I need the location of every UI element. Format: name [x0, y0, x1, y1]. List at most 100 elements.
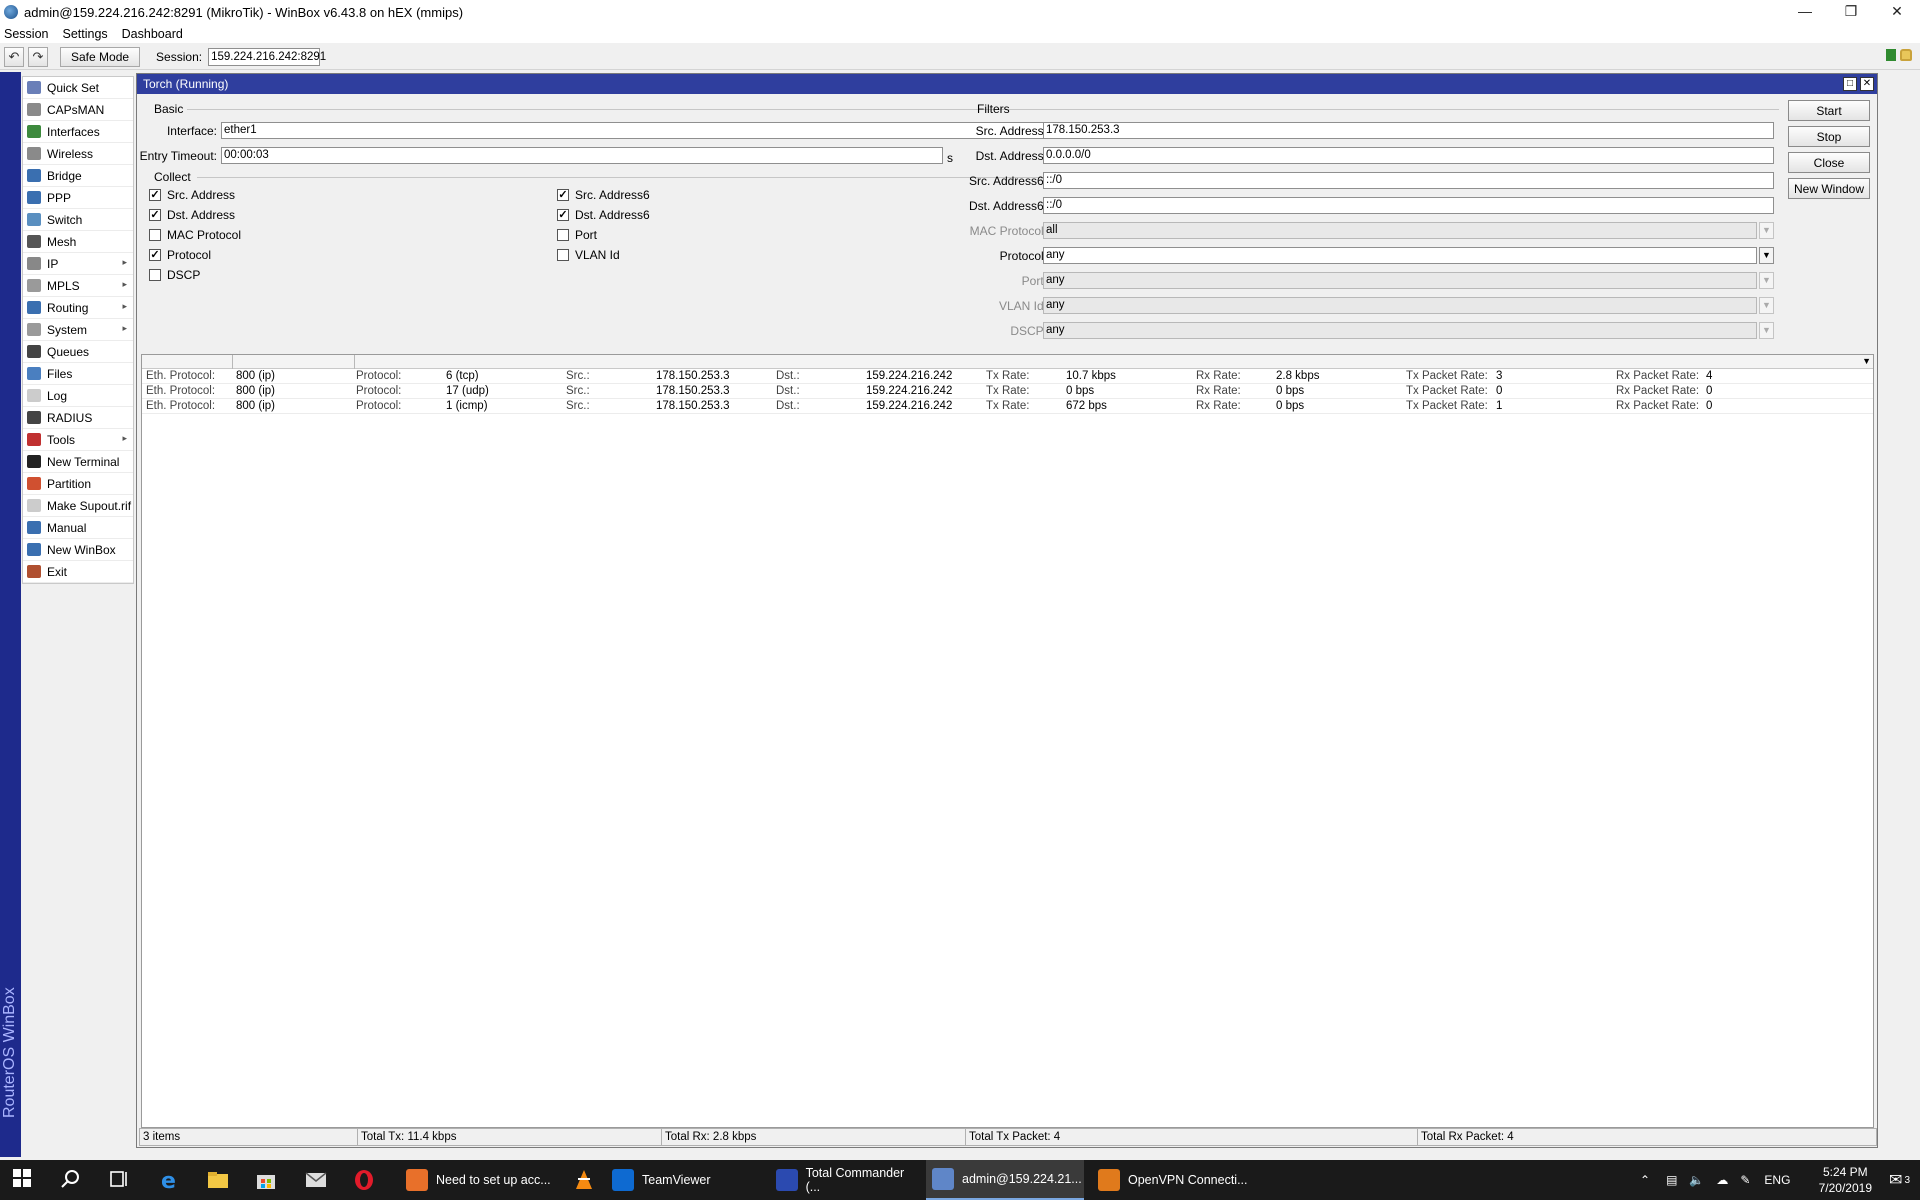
opera-icon[interactable] [352, 1168, 376, 1192]
sidebar-item-bridge[interactable]: Bridge [23, 165, 133, 187]
file-explorer-icon[interactable] [206, 1168, 230, 1192]
table-row[interactable]: Eth. Protocol: 800 (ip) Protocol: 6 (tcp) Sr… [142, 369, 1873, 384]
collect-dst-address6-checkbox[interactable]: ✓ Dst. Address6 [557, 208, 650, 222]
windows-start-icon[interactable] [12, 1168, 36, 1192]
maximize-torch-button[interactable]: □ [1843, 77, 1857, 91]
taskbar-app[interactable]: TeamViewer [606, 1160, 756, 1200]
sidebar-item-queues[interactable]: Queues [23, 341, 133, 363]
task-view-icon[interactable] [108, 1168, 132, 1192]
menu-dashboard[interactable]: Dashboard [122, 27, 183, 41]
pen-icon[interactable]: ✎ [1740, 1173, 1750, 1187]
sidebar-item-mesh[interactable]: Mesh [23, 231, 133, 253]
table-rows: Eth. Protocol: 800 (ip) Protocol: 6 (tcp) Sr… [142, 369, 1873, 414]
dropdown-arrow-icon[interactable]: ▼ [1759, 247, 1774, 264]
collect-src-address-checkbox[interactable]: ✓ Src. Address [149, 188, 235, 202]
new-window-button[interactable]: New Window [1788, 178, 1870, 199]
safe-mode-button[interactable]: Safe Mode [60, 46, 141, 67]
network-icon[interactable]: ▤ [1666, 1173, 1677, 1187]
sidebar-item-partition[interactable]: Partition [23, 473, 133, 495]
sidebar-item-new-terminal[interactable]: New Terminal [23, 451, 133, 473]
table-row[interactable]: Eth. Protocol: 800 (ip) Protocol: 17 (udp) S… [142, 384, 1873, 399]
status-total-rx-packet: Total Rx Packet: 4 [1417, 1128, 1877, 1146]
exit-icon [27, 565, 41, 578]
close-window-button[interactable]: ✕ [1874, 0, 1920, 22]
filter-port-field: any [1043, 272, 1757, 289]
close-button[interactable]: Close [1788, 152, 1870, 173]
taskbar-app[interactable]: Need to set up acc... [400, 1160, 560, 1200]
entry-timeout-field[interactable]: 00:00:03 [221, 147, 943, 164]
collect-protocol-checkbox[interactable]: ✓ Protocol [149, 248, 211, 262]
sidebar-item-wireless[interactable]: Wireless [23, 143, 133, 165]
menu-settings[interactable]: Settings [62, 27, 107, 41]
action-center-icon[interactable]: ✉ 3 [1889, 1160, 1910, 1200]
close-torch-button[interactable]: ✕ [1860, 77, 1874, 91]
clock[interactable]: 5:24 PM 7/20/2019 [1819, 1164, 1872, 1196]
collect-mac-protocol-checkbox[interactable]: MAC Protocol [149, 228, 241, 242]
row-key-src: Src.: [566, 370, 590, 382]
volume-icon[interactable]: 🔈 [1689, 1173, 1704, 1187]
mail-icon[interactable] [304, 1168, 328, 1192]
collect-port-checkbox[interactable]: Port [557, 228, 597, 242]
sidebar-item-manual[interactable]: Manual [23, 517, 133, 539]
sidebar-item-tools[interactable]: Tools ▸ [23, 429, 133, 451]
interface-select[interactable]: ether1 [221, 122, 1072, 139]
row-value-eth: 800 (ip) [236, 385, 275, 397]
sidebar-item-interfaces[interactable]: Interfaces [23, 121, 133, 143]
sidebar-item-log[interactable]: Log [23, 385, 133, 407]
stop-button[interactable]: Stop [1788, 126, 1870, 147]
tray-expand-icon[interactable]: ⌃ [1640, 1173, 1650, 1187]
sidebar-item-make-supout-rif[interactable]: Make Supout.rif [23, 495, 133, 517]
filter-protocol-field[interactable]: any [1043, 247, 1757, 264]
collect-vlan-id-checkbox[interactable]: VLAN Id [557, 248, 620, 262]
checkbox-label: Dst. Address6 [575, 208, 650, 222]
menu-session[interactable]: Session [4, 27, 48, 41]
checkbox-label: MAC Protocol [167, 228, 242, 242]
collect-dscp-checkbox[interactable]: DSCP [149, 268, 200, 282]
taskbar-app[interactable]: Total Commander (... [770, 1160, 920, 1200]
start-button[interactable]: Start [1788, 100, 1870, 121]
sidebar-item-new-winbox[interactable]: New WinBox [23, 539, 133, 561]
search-icon[interactable] [60, 1168, 84, 1192]
sidebar-item-system[interactable]: System ▸ [23, 319, 133, 341]
ip-icon [27, 257, 41, 270]
store-icon[interactable] [254, 1168, 278, 1192]
sidebar-item-ppp[interactable]: PPP [23, 187, 133, 209]
system-tray: ⌃ ▤ 🔈 ☁ ✎ ENG [1640, 1160, 1790, 1200]
sidebar-item-quick-set[interactable]: Quick Set [23, 77, 133, 99]
sidebar-item-switch[interactable]: Switch [23, 209, 133, 231]
cloud-icon[interactable]: ☁ [1716, 1173, 1728, 1187]
sidebar-item-label: Bridge [47, 168, 82, 183]
winbox-icon [27, 543, 41, 556]
column-menu-icon[interactable]: ▼ [1862, 356, 1871, 366]
sidebar-item-radius[interactable]: RADIUS [23, 407, 133, 429]
collect-src-address6-checkbox[interactable]: ✓ Src. Address6 [557, 188, 650, 202]
vlc-icon[interactable] [572, 1168, 596, 1192]
minimize-button[interactable]: — [1782, 0, 1828, 22]
edge-icon[interactable]: e [158, 1168, 182, 1194]
row-value-src: 178.150.253.3 [656, 385, 730, 397]
filter-dst-address-field[interactable]: 0.0.0.0/0 [1043, 147, 1774, 164]
restore-button[interactable]: ❐ [1828, 0, 1874, 22]
sidebar-item-ip[interactable]: IP ▸ [23, 253, 133, 275]
filter-src-address6-field[interactable]: ::/0 [1043, 172, 1774, 189]
taskbar-app[interactable]: admin@159.224.21... [926, 1160, 1084, 1200]
language-indicator[interactable]: ENG [1764, 1173, 1790, 1187]
row-key-txp: Tx Packet Rate: [1406, 400, 1488, 412]
collect-dst-address-checkbox[interactable]: ✓ Dst. Address [149, 208, 235, 222]
undo-button[interactable]: ↶ [4, 46, 24, 67]
taskbar-app[interactable]: OpenVPN Connecti... [1092, 1160, 1252, 1200]
notification-count: 3 [1904, 1174, 1910, 1186]
row-key-proto: Protocol: [356, 385, 402, 397]
sidebar-item-files[interactable]: Files [23, 363, 133, 385]
sidebar-item-routing[interactable]: Routing ▸ [23, 297, 133, 319]
sidebar-item-mpls[interactable]: MPLS ▸ [23, 275, 133, 297]
sidebar-item-exit[interactable]: Exit [23, 561, 133, 583]
table-row[interactable]: Eth. Protocol: 800 (ip) Protocol: 1 (icmp) S… [142, 399, 1873, 414]
sidebar-item-capsman[interactable]: CAPsMAN [23, 99, 133, 121]
redo-button[interactable]: ↷ [28, 46, 48, 67]
session-field[interactable]: 159.224.216.242:8291 [208, 47, 326, 66]
interface-label: Interface: [166, 124, 217, 138]
results-table: ▼ Eth. Protocol: 800 (ip) Protocol: 6 (tcp)… [141, 354, 1874, 1128]
filter-src-address-field[interactable]: 178.150.253.3 [1043, 122, 1774, 139]
filter-dst-address6-field[interactable]: ::/0 [1043, 197, 1774, 214]
